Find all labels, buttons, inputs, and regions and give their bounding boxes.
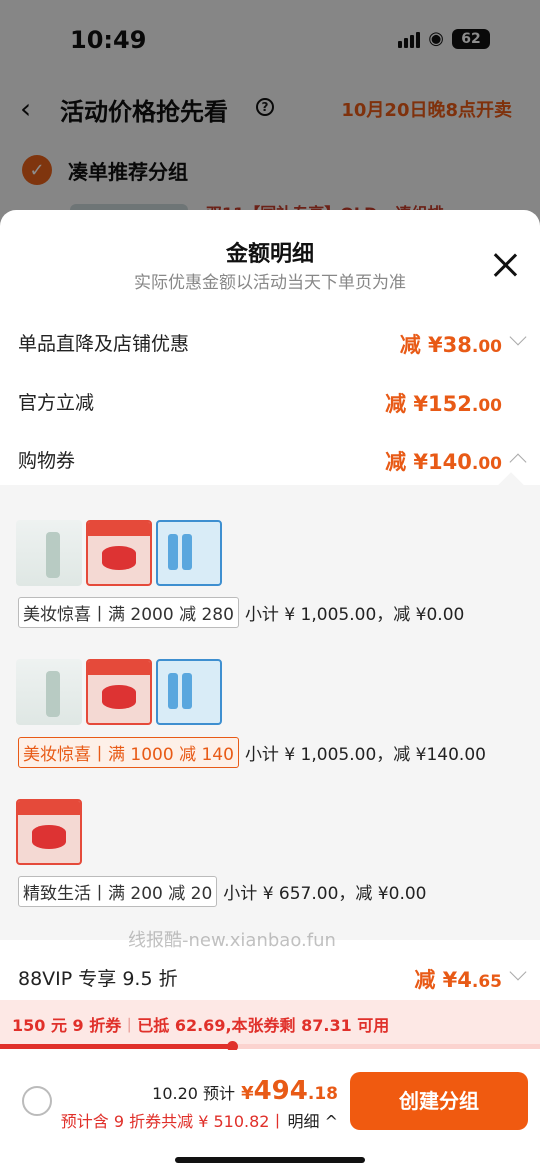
product-thumbnail[interactable] [16,520,82,586]
watermark: 线报酷-new.xianbao.fun [128,930,336,951]
modal-overlay[interactable] [0,0,540,240]
product-thumbnail[interactable] [16,659,82,725]
product-thumbnail[interactable] [16,799,82,865]
row-amount: 减 ¥140.00 [385,450,502,474]
coupon-promo-bar: 150 元 9 折券丨已抵 62.69,本张券剩 87.31 可用 [0,1000,540,1046]
coupon-tag: 美妆惊喜丨满 2000 减 280 [18,597,239,628]
coupon-line: 美妆惊喜丨满 1000 减 140 小计 ¥ 1,005.00，减 ¥140.0… [18,737,486,768]
product-thumbnail[interactable] [156,659,222,725]
row-shopping-coupon[interactable]: 购物券 减 ¥140.00 [0,440,540,480]
row-amount: 减 ¥38.00 [399,333,502,357]
product-thumbnails [16,659,222,725]
coupon-line: 精致生活丨满 200 减 20 小计 ¥ 657.00，减 ¥0.00 [18,876,426,907]
row-label: 官方立减 [18,392,95,414]
sheet-title: 金额明细 [225,242,314,267]
coupon-progress-bar [0,1041,540,1052]
amount-detail-sheet: 金额明细 实际优惠金额以活动当天下单页为准 单品直降及店铺优惠 减 ¥38.00… [0,210,540,1173]
discount-note: 预计含 9 折券共减 ¥ 510.82丨 明细 ^ [60,1112,339,1131]
coupon-tag: 精致生活丨满 200 减 20 [18,876,218,907]
row-amount: 减 ¥152.00 [385,392,502,416]
detail-link[interactable]: 明细 ^ [288,1112,339,1131]
coupon-panel: 美妆惊喜丨满 2000 减 280 小计 ¥ 1,005.00，减 ¥0.00 … [0,485,540,940]
row-vip-discount[interactable]: 88VIP 专享 9.5 折 减 ¥4.65 [0,958,540,998]
product-thumbnails [16,520,222,586]
row-item-discount[interactable]: 单品直降及店铺优惠 减 ¥38.00 [0,323,540,363]
coupon-subtotal: 小计 ¥ 657.00，减 ¥0.00 [223,884,427,904]
create-group-button[interactable]: 创建分组 [350,1072,528,1130]
estimated-price: 10.20 预计 ¥ 494 .18 [152,1076,338,1106]
chevron-up-icon[interactable] [509,453,527,471]
row-label: 购物券 [18,450,76,472]
coupon-subtotal: 小计 ¥ 1,005.00，减 ¥0.00 [244,605,465,625]
coupon-line: 美妆惊喜丨满 2000 减 280 小计 ¥ 1,005.00，减 ¥0.00 [18,597,464,628]
product-thumbnails [16,799,82,865]
progress-fill [0,1044,233,1049]
home-indicator [175,1157,365,1163]
promo-text: 150 元 9 折券丨已抵 62.69,本张券剩 87.31 可用 [12,1016,390,1035]
row-official-discount: 官方立减 减 ¥152.00 [0,382,540,422]
chevron-down-icon[interactable] [509,328,527,346]
product-thumbnail[interactable] [156,520,222,586]
checkout-bar: 10.20 预计 ¥ 494 .18 预计含 9 折券共减 ¥ 510.82丨明… [0,1050,540,1173]
select-all-radio[interactable] [22,1086,52,1116]
coupon-tag-active: 美妆惊喜丨满 1000 减 140 [18,737,239,768]
product-thumbnail[interactable] [86,520,152,586]
row-label: 单品直降及店铺优惠 [18,333,190,355]
sheet-subtitle: 实际优惠金额以活动当天下单页为准 [134,273,406,293]
chevron-down-icon[interactable] [509,963,527,981]
row-amount: 减 ¥4.65 [414,968,502,992]
coupon-subtotal: 小计 ¥ 1,005.00，减 ¥140.00 [244,745,486,765]
close-icon[interactable] [492,252,518,278]
product-thumbnail[interactable] [86,659,152,725]
row-label: 88VIP 专享 9.5 折 [18,968,178,990]
